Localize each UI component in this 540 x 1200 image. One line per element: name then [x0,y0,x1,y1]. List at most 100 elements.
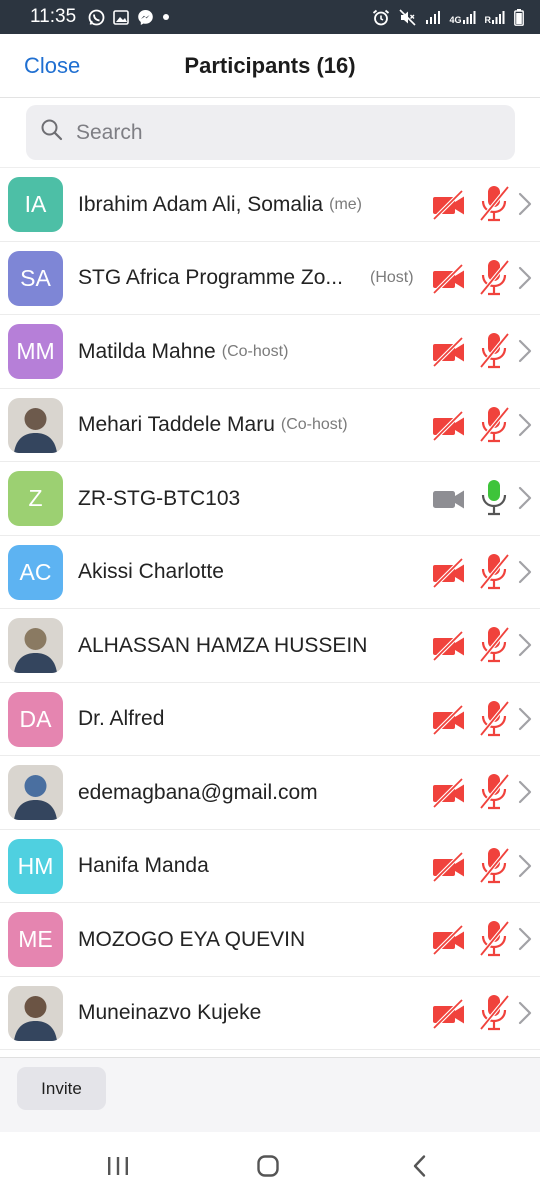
mic-muted-icon[interactable] [478,625,510,670]
participant-name-group: Ibrahim Adam Ali, Somalia (me) [78,168,423,241]
avatar-photo [8,618,63,673]
system-status-icons: 4G R [372,8,524,26]
mic-muted-icon[interactable] [478,331,510,376]
participant-name-group: Akissi Charlotte [78,536,423,609]
home-icon[interactable] [256,1154,280,1183]
avatar: HM [8,838,63,894]
network-label: 4G [449,14,462,25]
mic-on-icon[interactable] [478,478,510,523]
status-bar: 11:35 4G R [0,0,540,34]
messenger-icon [137,9,154,26]
gallery-icon [113,9,129,25]
participant-name: ZR-STG-BTC103 [78,486,241,510]
search-box[interactable] [26,105,515,160]
participant-row[interactable]: DA Dr. Alfred [0,683,540,756]
mic-muted-icon[interactable] [478,552,510,597]
chevron-right-icon[interactable] [518,192,532,221]
video-off-icon[interactable] [432,924,465,960]
dot-icon [162,13,170,21]
avatar: MM [8,324,63,379]
participant-name-group: Matilda Mahne (Co-host) [78,315,423,388]
participant-row[interactable]: ALHASSAN HAMZA HUSSEIN [0,609,540,683]
participant-row[interactable]: AC Akissi Charlotte [0,536,540,609]
participant-name-group: Hanifa Manda [78,830,423,903]
participant-row[interactable]: SA STG Africa Programme Zo... (Host) [0,242,540,315]
battery-icon [514,8,524,26]
search-icon [40,118,64,147]
participant-name-group: ZR-STG-BTC103 [78,462,423,535]
video-off-icon[interactable] [432,410,465,446]
participant-row[interactable]: Z ZR-STG-BTC103 [0,462,540,536]
roaming-label: R [484,14,492,25]
chevron-right-icon[interactable] [518,486,532,515]
wifi-signal-icon [425,10,441,25]
footer-bar: Invite [0,1057,540,1132]
participant-name: Muneinazvo Kujeke [78,1001,262,1024]
chevron-right-icon[interactable] [518,266,532,295]
participant-role: (Co-host) [280,416,348,433]
video-off-icon[interactable] [432,336,465,372]
avatar-photo [8,397,63,453]
mic-muted-icon[interactable] [478,699,510,744]
video-off-icon[interactable] [432,189,465,225]
chevron-right-icon[interactable] [518,854,532,883]
chevron-right-icon[interactable] [518,560,532,589]
chevron-right-icon[interactable] [518,780,532,809]
participant-role: (Host) [370,269,414,286]
chevron-right-icon[interactable] [518,1001,532,1030]
participant-name: ALHASSAN HAMZA HUSSEIN [78,633,368,657]
mic-muted-icon[interactable] [478,258,510,303]
avatar-photo [8,765,63,820]
avatar: ME [8,912,63,967]
participant-name: Ibrahim Adam Ali, Somalia [78,192,324,216]
status-time: 11:35 [30,6,77,27]
mic-muted-icon[interactable] [478,846,510,891]
video-icon[interactable] [432,484,465,519]
mic-muted-icon[interactable] [478,772,510,817]
video-off-icon[interactable] [432,851,465,887]
participant-name: Dr. Alfred [78,707,165,730]
participant-role: (Co-host) [221,342,289,360]
whatsapp-icon [88,9,105,26]
chevron-right-icon[interactable] [518,927,532,956]
chevron-right-icon[interactable] [518,633,532,662]
video-off-icon[interactable] [432,630,465,666]
avatar-photo [8,985,63,1041]
video-off-icon[interactable] [432,998,465,1034]
invite-button[interactable]: Invite [17,1067,106,1110]
alarm-icon [372,9,390,26]
video-off-icon[interactable] [432,777,465,813]
chevron-right-icon[interactable] [518,707,532,736]
participant-row[interactable]: HM Hanifa Manda [0,830,540,903]
android-nav-bar [0,1132,540,1200]
participant-name-group: STG Africa Programme Zo... (Host) [78,242,423,315]
avatar: DA [8,691,63,747]
participant-list[interactable]: IA Ibrahim Adam Ali, Somalia (me) SA STG Afr… [0,168,540,1057]
recent-apps-icon[interactable] [106,1154,130,1183]
chevron-right-icon[interactable] [518,339,532,368]
participant-row[interactable]: ME MOZOGO EYA QUEVIN [0,903,540,977]
video-off-icon[interactable] [432,263,465,299]
participant-name: Akissi Charlotte [78,560,224,583]
mic-muted-icon[interactable] [478,919,510,964]
participant-row[interactable]: Mehari Taddele Maru (Co-host) [0,389,540,462]
mic-muted-icon[interactable] [478,993,510,1038]
participant-role: (me) [329,195,362,213]
participant-row[interactable]: Muneinazvo Kujeke [0,977,540,1050]
video-off-icon[interactable] [432,704,465,740]
participant-name-group: Mehari Taddele Maru (Co-host) [78,389,423,462]
mic-muted-icon[interactable] [478,184,510,229]
back-icon[interactable] [408,1154,432,1183]
avatar: IA [8,177,63,232]
participant-name-group: edemagbana@gmail.com [78,756,423,829]
participant-row[interactable]: MM Matilda Mahne (Co-host) [0,315,540,389]
search-input[interactable] [76,120,476,145]
participant-name: STG Africa Programme Zo... [78,266,343,289]
participant-row[interactable]: IA Ibrahim Adam Ali, Somalia (me) [0,168,540,242]
participant-row[interactable]: edemagbana@gmail.com [0,756,540,830]
video-off-icon[interactable] [432,557,465,593]
participant-name-group: ALHASSAN HAMZA HUSSEIN [78,609,423,682]
chevron-right-icon[interactable] [518,413,532,442]
4g-signal-icon: 4G [449,10,475,25]
mic-muted-icon[interactable] [478,405,510,450]
